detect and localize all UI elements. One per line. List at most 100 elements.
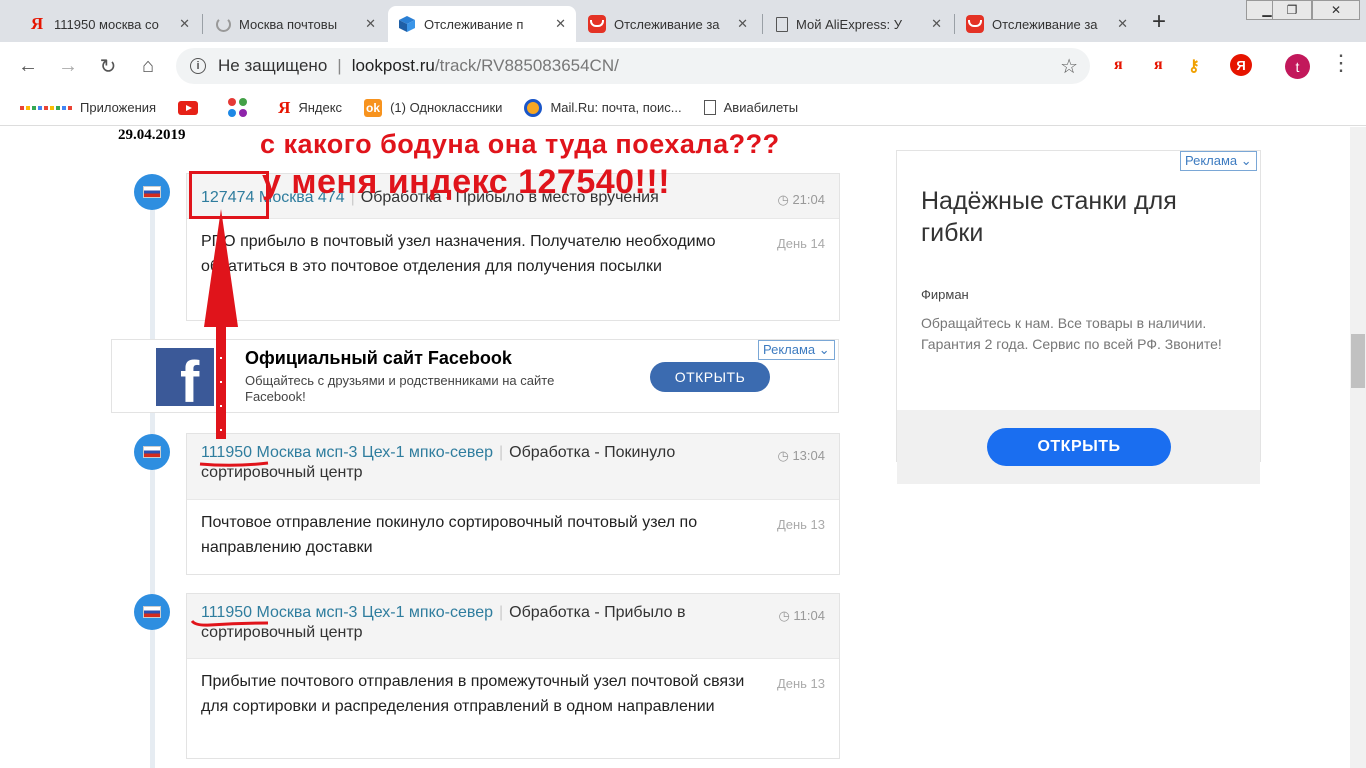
- yandex-round-extension-icon[interactable]: Я: [1230, 54, 1252, 76]
- url-host: lookpost.ru: [351, 56, 435, 75]
- bookmark-apps[interactable]: Приложения: [20, 100, 156, 115]
- youtube-icon: [178, 100, 199, 115]
- event-location[interactable]: 111950 Москва мсп-3 Цех-1 мпко-север: [201, 444, 493, 461]
- tab-title: Москва почтовы: [239, 16, 338, 32]
- event-description-text: РПО прибыло в почтовый узел назначения. …: [201, 233, 716, 275]
- event-header: 111950 Москва мсп-3 Цех-1 мпко-север | Обр…: [187, 434, 839, 499]
- ad-title[interactable]: Надёжные станки для гибки: [921, 185, 1241, 249]
- tab-separator: [954, 14, 955, 34]
- event-description: Прибытие почтового отправления в промежу…: [187, 658, 839, 729]
- tab-title: 111950 москва со: [54, 16, 159, 32]
- colorful-dots-icon: [228, 97, 248, 118]
- page-icon: [703, 100, 716, 115]
- yandex-icon: Я: [30, 14, 44, 33]
- address-bar[interactable]: i Не защищено | lookpost.ru /track/RV885…: [176, 48, 1090, 84]
- apps-icon: [20, 105, 72, 110]
- home-button[interactable]: ⌂: [134, 52, 162, 80]
- annotation-index: у меня индекс 127540!!!: [262, 163, 671, 201]
- event-day: День 13: [776, 517, 825, 532]
- event-time: ◷ 11:04: [778, 608, 825, 623]
- bookmark-label: Mail.Ru: почта, поис...: [550, 100, 682, 115]
- security-status: Не защищено: [218, 56, 328, 75]
- tab-3-active[interactable]: Отслеживание п ✕: [388, 6, 576, 42]
- url-divider: |: [337, 56, 342, 75]
- ad-label[interactable]: Реклама ⌄: [1180, 151, 1257, 171]
- ad-footer: ОТКРЫТЬ: [897, 410, 1260, 484]
- close-icon[interactable]: ✕: [925, 16, 942, 32]
- yandex-extension-icon[interactable]: я: [1154, 56, 1163, 74]
- scrollbar-thumb[interactable]: [1351, 334, 1365, 388]
- tab-title: Мой AliExpress: У: [796, 16, 902, 32]
- aliexpress-icon: [966, 15, 984, 33]
- parcel-icon: [398, 15, 416, 33]
- tab-4[interactable]: Отслеживание за ✕: [578, 6, 758, 42]
- odnoklassniki-icon: ok: [364, 98, 383, 117]
- url-path: /track/RV885083654CN/: [434, 56, 619, 75]
- page-icon: [776, 16, 788, 32]
- event-time: ◷ 21:04: [777, 192, 825, 207]
- tab-strip: Я 111950 москва со ✕ Москва почтовы ✕ От…: [0, 0, 1366, 42]
- yandex-extension-icon[interactable]: я: [1114, 56, 1123, 74]
- tab-title: Отслеживание п: [424, 16, 524, 32]
- tab-2[interactable]: Москва почтовы ✕: [206, 6, 386, 42]
- page-scrollbar[interactable]: [1350, 127, 1366, 768]
- aliexpress-icon: [588, 15, 606, 33]
- bookmark-youtube[interactable]: [178, 100, 206, 115]
- tab-separator: [202, 14, 203, 34]
- annotation-underline: [199, 461, 269, 467]
- event-description-text: Прибытие почтового отправления в промежу…: [201, 673, 745, 715]
- menu-icon[interactable]: ⋮: [1330, 50, 1352, 76]
- tracking-date: 29.04.2019: [118, 127, 186, 143]
- event-time: ◷ 13:04: [777, 448, 825, 463]
- close-icon[interactable]: ✕: [1111, 16, 1128, 32]
- close-icon[interactable]: ✕: [731, 16, 748, 32]
- close-window-button[interactable]: ✕: [1312, 0, 1360, 20]
- key-extension-icon[interactable]: ⚷: [1188, 56, 1200, 76]
- bookmark-colorful[interactable]: [228, 97, 256, 118]
- tab-6[interactable]: Отслеживание за ✕: [956, 6, 1138, 42]
- ad-label[interactable]: Реклама ⌄: [758, 340, 835, 360]
- bookmark-mailru[interactable]: Mail.Ru: почта, поис...: [524, 98, 682, 117]
- loading-icon: [216, 16, 231, 32]
- back-button[interactable]: ←: [14, 52, 42, 80]
- bookmarks-bar: Приложения Я Яндекс ok (1) Одноклассники…: [0, 90, 1366, 126]
- ad-description: Общайтесь с друзьями и родственниками на…: [245, 373, 555, 404]
- tab-separator: [762, 14, 763, 34]
- close-icon[interactable]: ✕: [359, 16, 376, 32]
- info-icon[interactable]: i: [190, 58, 206, 74]
- tracking-event: 111950 Москва мсп-3 Цех-1 мпко-север | Обр…: [186, 433, 840, 575]
- restore-button[interactable]: ❐: [1272, 0, 1312, 20]
- ad-title[interactable]: Официальный сайт Facebook: [245, 348, 512, 369]
- mailru-icon: [524, 98, 543, 117]
- page-content: 29.04.2019 127474 Москва 474 | Обработка -…: [0, 127, 1350, 768]
- tab-5[interactable]: Мой AliExpress: У ✕: [766, 6, 952, 42]
- russia-flag-icon: [134, 174, 170, 210]
- bookmark-label: Авиабилеты: [723, 100, 799, 115]
- profile-avatar[interactable]: t: [1285, 54, 1310, 79]
- browser-toolbar: ← → ↻ ⌂ i Не защищено | lookpost.ru /tra…: [0, 42, 1366, 90]
- reload-button[interactable]: ↻: [94, 52, 122, 80]
- bookmark-flights[interactable]: Авиабилеты: [703, 100, 799, 115]
- forward-button[interactable]: →: [54, 52, 82, 80]
- event-day: День 13: [776, 676, 825, 691]
- tab-1[interactable]: Я 111950 москва со ✕: [18, 6, 200, 42]
- russia-flag-icon: [134, 434, 170, 470]
- annotation-underline: [190, 619, 269, 627]
- ad-open-button[interactable]: ОТКРЫТЬ: [650, 362, 770, 392]
- bookmark-yandex[interactable]: Я Яндекс: [278, 98, 342, 118]
- event-day: День 14: [776, 236, 825, 251]
- new-tab-button[interactable]: +: [1152, 8, 1166, 36]
- ad-brand: Фирман: [921, 287, 969, 302]
- russia-flag-icon: [134, 594, 170, 630]
- yandex-icon: Я: [278, 97, 291, 117]
- annotation-arrow: [204, 209, 238, 439]
- timeline-line: [150, 187, 155, 768]
- sidebar-ad[interactable]: Реклама ⌄ Надёжные станки для гибки Фирм…: [896, 150, 1261, 484]
- event-description: РПО прибыло в почтовый узел назначения. …: [187, 218, 839, 289]
- bookmark-star-icon[interactable]: ☆: [1060, 54, 1078, 79]
- bookmark-label: (1) Одноклассники: [390, 100, 503, 115]
- close-icon[interactable]: ✕: [173, 16, 190, 32]
- ad-open-button[interactable]: ОТКРЫТЬ: [987, 428, 1171, 466]
- close-icon[interactable]: ✕: [549, 16, 566, 32]
- bookmark-odnoklassniki[interactable]: ok (1) Одноклассники: [364, 98, 503, 117]
